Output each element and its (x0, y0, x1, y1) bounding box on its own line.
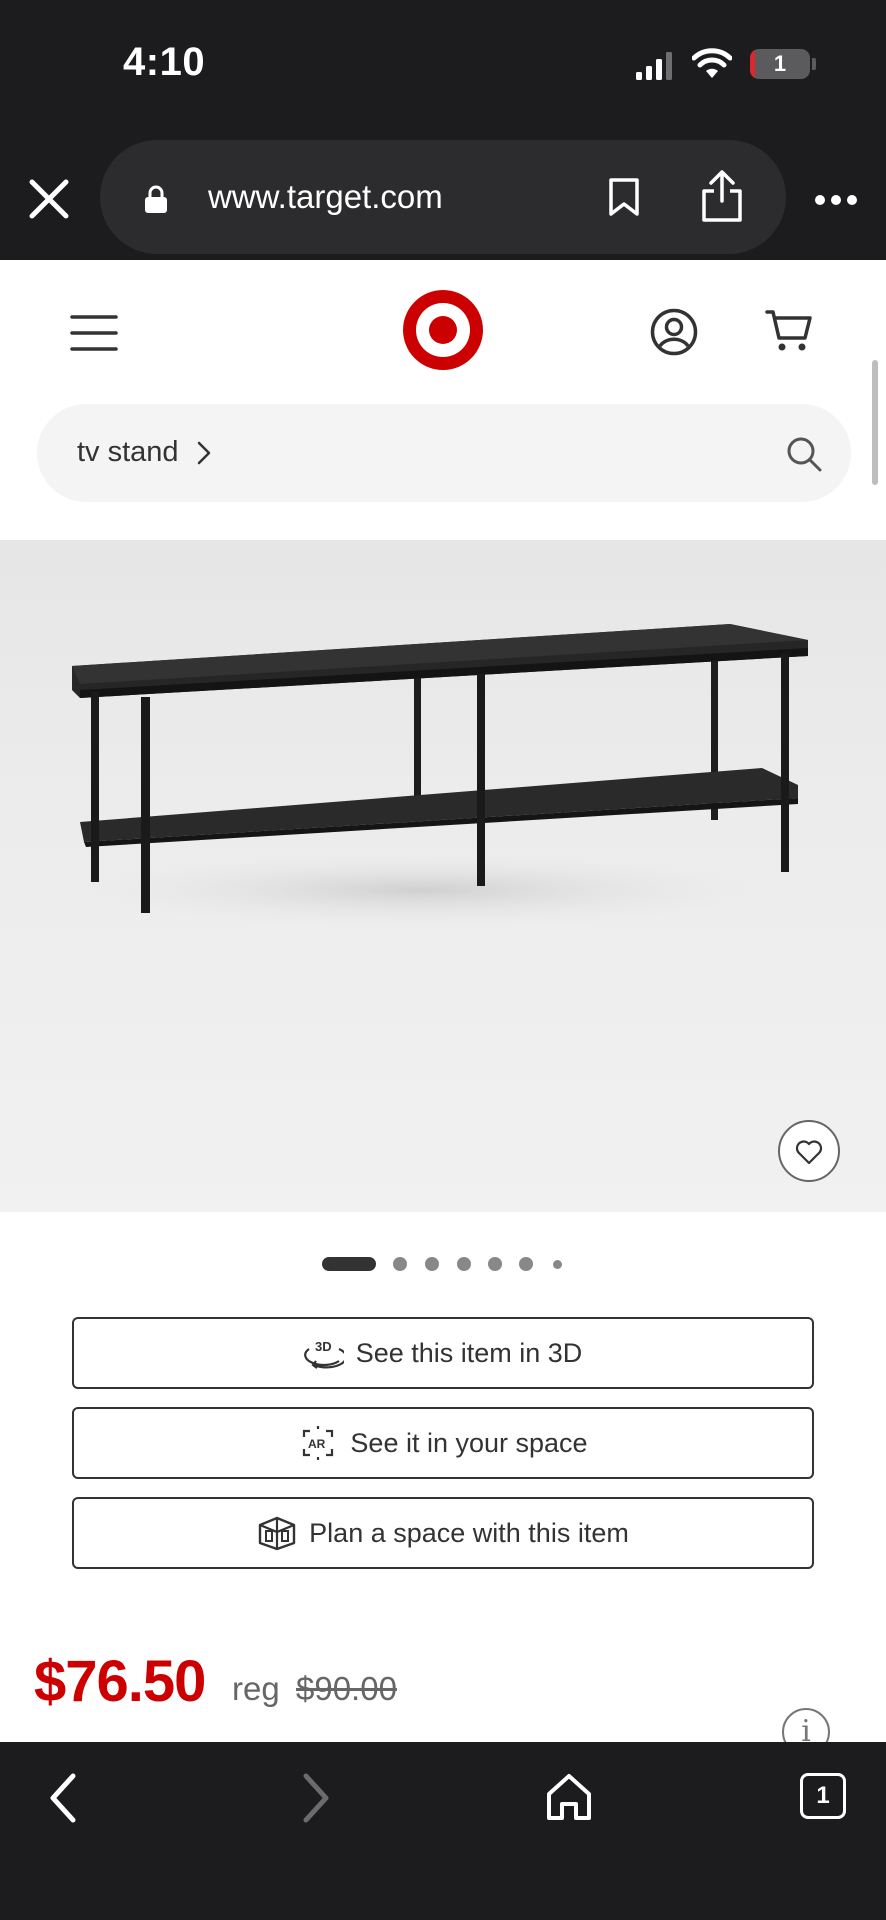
price-section: $76.50 reg $90.00 i (34, 1648, 854, 1756)
3d-rotate-icon: 3D (303, 1339, 344, 1369)
menu-icon[interactable] (70, 313, 118, 353)
status-time: 4:10 (123, 40, 206, 84)
plan-space-button[interactable]: Plan a space with this item (72, 1497, 814, 1569)
status-bar: 4:10 1 (0, 0, 886, 138)
more-options-icon[interactable] (814, 194, 858, 206)
view-3d-button[interactable]: 3D See this item in 3D (72, 1317, 814, 1389)
ar-badge-text: AR (308, 1437, 326, 1451)
close-icon[interactable] (28, 178, 70, 220)
tabs-button[interactable]: 1 (800, 1773, 846, 1819)
carousel-dot[interactable] (553, 1260, 562, 1269)
address-bar[interactable]: www.target.com (100, 140, 786, 254)
ar-icon: AR (303, 1426, 334, 1460)
browser-toolbar: www.target.com (0, 138, 886, 260)
sale-price: $76.50 (34, 1649, 206, 1714)
carousel-dot-active[interactable] (322, 1257, 376, 1271)
browser-bottom-toolbar: 1 (0, 1742, 886, 1920)
battery-tip (812, 58, 816, 70)
regular-price-label: reg (232, 1670, 280, 1707)
heart-icon (795, 1140, 823, 1165)
view-3d-label: See this item in 3D (355, 1337, 583, 1368)
url-text[interactable]: www.target.com (208, 178, 443, 216)
room-plan-icon (258, 1516, 296, 1551)
carousel-dot[interactable] (519, 1257, 533, 1271)
share-icon[interactable] (700, 169, 744, 223)
battery-level: 1 (773, 51, 787, 76)
favorite-button[interactable] (778, 1120, 840, 1182)
carousel-dot[interactable] (425, 1257, 439, 1271)
image-carousel-dots (320, 1256, 580, 1272)
chevron-right-icon (197, 441, 211, 465)
carousel-dot[interactable] (488, 1257, 502, 1271)
view-in-space-button[interactable]: AR See it in your space (72, 1407, 814, 1479)
search-bar[interactable]: tv stand (37, 404, 851, 502)
regular-price: $90.00 (296, 1670, 397, 1707)
cart-icon[interactable] (765, 308, 813, 352)
tv-stand-image (60, 624, 808, 928)
bookmark-icon[interactable] (608, 177, 640, 217)
search-icon[interactable] (786, 436, 822, 472)
view-in-space-label: See it in your space (350, 1427, 588, 1458)
cellular-signal-icon (636, 52, 672, 80)
battery-icon: 1 (750, 49, 810, 79)
home-icon[interactable] (545, 1772, 593, 1822)
site-header: tv stand (0, 260, 886, 540)
carousel-dot[interactable] (393, 1257, 407, 1271)
forward-icon[interactable] (298, 1770, 334, 1826)
wifi-icon (692, 48, 732, 78)
3d-badge-text: 3D (315, 1339, 332, 1354)
plan-space-label: Plan a space with this item (309, 1517, 629, 1548)
back-icon[interactable] (45, 1770, 81, 1826)
search-query[interactable]: tv stand (77, 436, 179, 469)
product-image[interactable] (0, 540, 886, 1212)
tab-count: 1 (816, 1782, 830, 1809)
carousel-dot[interactable] (457, 1257, 471, 1271)
target-logo-icon[interactable] (403, 290, 483, 370)
lock-icon (145, 185, 167, 213)
scrollbar[interactable] (872, 360, 878, 485)
account-icon[interactable] (650, 308, 698, 356)
